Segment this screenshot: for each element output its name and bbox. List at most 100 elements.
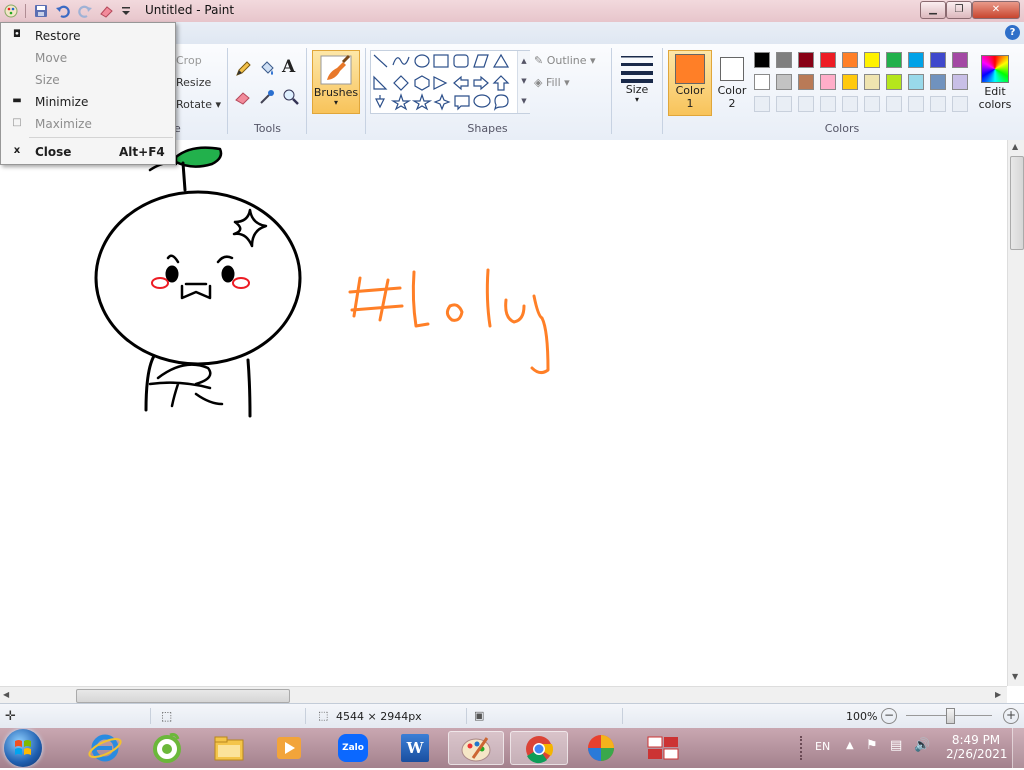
crop-button[interactable]: Crop bbox=[176, 54, 202, 67]
brushes-button[interactable]: Brushes ▾ bbox=[312, 50, 360, 114]
zoom-slider-thumb[interactable] bbox=[946, 708, 955, 724]
zoom-out-button[interactable]: − bbox=[881, 708, 897, 724]
palette-swatch[interactable] bbox=[886, 52, 902, 68]
color-picker-icon[interactable] bbox=[257, 87, 277, 107]
horizontal-scrollbar[interactable]: ◀ ▶ bbox=[0, 686, 1007, 704]
edit-colors-label-2: colors bbox=[978, 98, 1012, 111]
color2-button[interactable]: Color 2 bbox=[712, 50, 752, 116]
drawing-canvas[interactable] bbox=[0, 140, 1007, 686]
palette-empty-slot[interactable] bbox=[798, 96, 814, 112]
show-hidden-icons[interactable]: ▲ bbox=[846, 740, 854, 751]
window-title: Untitled - Paint bbox=[145, 3, 235, 17]
taskbar-word[interactable]: W bbox=[394, 731, 436, 765]
menu-item-maximize[interactable]: □ Maximize bbox=[1, 113, 175, 135]
resize-button[interactable]: Resize bbox=[176, 76, 211, 89]
palette-empty-slot[interactable] bbox=[864, 96, 880, 112]
taskbar-chrome[interactable] bbox=[510, 731, 568, 765]
palette-swatch[interactable] bbox=[754, 74, 770, 90]
palette-swatch[interactable] bbox=[952, 74, 968, 90]
scroll-right-icon[interactable]: ▶ bbox=[995, 690, 1001, 699]
palette-empty-slot[interactable] bbox=[886, 96, 902, 112]
scroll-down-icon[interactable]: ▼ bbox=[1012, 672, 1018, 681]
maximize-button[interactable]: ❐ bbox=[946, 1, 972, 19]
size-button[interactable]: Size ▾ bbox=[616, 50, 658, 118]
save-icon[interactable] bbox=[33, 3, 49, 19]
menu-item-minimize[interactable]: ▬ Minimize bbox=[1, 91, 175, 113]
menu-item-size[interactable]: Size bbox=[1, 69, 175, 91]
letter-l bbox=[411, 270, 430, 328]
menu-item-restore[interactable]: ◘ Restore bbox=[1, 25, 175, 47]
color1-button[interactable]: Color 1 bbox=[668, 50, 712, 116]
vertical-scroll-thumb[interactable] bbox=[1010, 156, 1024, 250]
taskbar-media-player[interactable] bbox=[268, 731, 310, 765]
palette-empty-slot[interactable] bbox=[776, 96, 792, 112]
volume-icon[interactable]: 🔊 bbox=[914, 738, 930, 753]
shapes-scroll[interactable]: ▲ ▼ ▼ bbox=[517, 51, 530, 113]
palette-swatch[interactable] bbox=[776, 52, 792, 68]
palette-swatch[interactable] bbox=[864, 74, 880, 90]
taskbar-explorer[interactable] bbox=[208, 731, 250, 765]
palette-swatch[interactable] bbox=[952, 52, 968, 68]
palette-empty-slot[interactable] bbox=[842, 96, 858, 112]
minimize-button[interactable]: ▁ bbox=[920, 1, 946, 19]
palette-swatch[interactable] bbox=[754, 52, 770, 68]
scroll-up-icon[interactable]: ▲ bbox=[1012, 142, 1018, 151]
right-eyebrow bbox=[216, 255, 234, 264]
taskbar-paint[interactable] bbox=[448, 731, 504, 765]
palette-swatch[interactable] bbox=[798, 74, 814, 90]
fill-button[interactable]: ◈ Fill ▾ bbox=[534, 76, 570, 89]
taskbar-ie[interactable] bbox=[84, 731, 126, 765]
arms bbox=[148, 363, 224, 408]
language-indicator[interactable]: EN bbox=[815, 740, 830, 753]
palette-empty-slot[interactable] bbox=[754, 96, 770, 112]
undo-icon[interactable] bbox=[55, 3, 71, 19]
palette-empty-slot[interactable] bbox=[820, 96, 836, 112]
palette-empty-slot[interactable] bbox=[908, 96, 924, 112]
zoom-in-button[interactable]: + bbox=[1003, 708, 1019, 724]
menu-item-move[interactable]: Move bbox=[1, 47, 175, 69]
brush-icon bbox=[320, 54, 352, 85]
menu-item-close[interactable]: x Close Alt+F4 bbox=[1, 141, 175, 163]
palette-swatch[interactable] bbox=[930, 52, 946, 68]
eraser-quick-icon[interactable] bbox=[98, 3, 114, 19]
magnifier-icon[interactable] bbox=[281, 87, 301, 107]
text-tool-icon[interactable]: A bbox=[282, 57, 295, 77]
outline-button[interactable]: ✎ Outline ▾ bbox=[534, 54, 596, 67]
palette-swatch[interactable] bbox=[842, 52, 858, 68]
palette-swatch[interactable] bbox=[820, 52, 836, 68]
help-icon[interactable]: ? bbox=[1005, 25, 1020, 40]
pencil-icon[interactable] bbox=[233, 59, 253, 79]
fill-bucket-icon[interactable] bbox=[257, 59, 277, 79]
horizontal-scroll-thumb[interactable] bbox=[76, 689, 290, 703]
palette-swatch[interactable] bbox=[776, 74, 792, 90]
chevron-down-icon: ▾ bbox=[590, 54, 596, 67]
customize-toolbar-icon[interactable] bbox=[118, 3, 134, 19]
taskbar-zalo[interactable]: Zalo bbox=[332, 731, 374, 765]
palette-swatch[interactable] bbox=[820, 74, 836, 90]
action-center-flag-icon[interactable]: ⚑ bbox=[866, 738, 878, 753]
palette-swatch[interactable] bbox=[798, 52, 814, 68]
taskbar-color-app[interactable] bbox=[580, 731, 622, 765]
rotate-button[interactable]: Rotate ▾ bbox=[176, 98, 221, 111]
palette-empty-slot[interactable] bbox=[930, 96, 946, 112]
scroll-left-icon[interactable]: ◀ bbox=[3, 690, 9, 699]
redo-icon[interactable] bbox=[77, 3, 93, 19]
palette-swatch[interactable] bbox=[908, 74, 924, 90]
palette-swatch[interactable] bbox=[930, 74, 946, 90]
palette-swatch[interactable] bbox=[886, 74, 902, 90]
show-desktop-button[interactable] bbox=[1012, 728, 1024, 768]
start-button[interactable] bbox=[4, 729, 42, 767]
taskbar-coccoc[interactable] bbox=[146, 731, 188, 765]
close-button[interactable]: ✕ bbox=[972, 1, 1020, 19]
network-icon[interactable]: ▤ bbox=[890, 738, 902, 753]
paint-app-icon[interactable] bbox=[3, 3, 19, 19]
clock[interactable]: 8:49 PM 2/26/2021 bbox=[946, 733, 1008, 761]
taskbar-unikey[interactable] bbox=[642, 731, 684, 765]
palette-swatch[interactable] bbox=[842, 74, 858, 90]
palette-empty-slot[interactable] bbox=[952, 96, 968, 112]
eraser-icon[interactable] bbox=[233, 87, 253, 107]
vertical-scrollbar[interactable]: ▲ ▼ bbox=[1007, 140, 1024, 686]
palette-swatch[interactable] bbox=[864, 52, 880, 68]
edit-colors-button[interactable]: Edit colors bbox=[976, 50, 1014, 116]
palette-swatch[interactable] bbox=[908, 52, 924, 68]
